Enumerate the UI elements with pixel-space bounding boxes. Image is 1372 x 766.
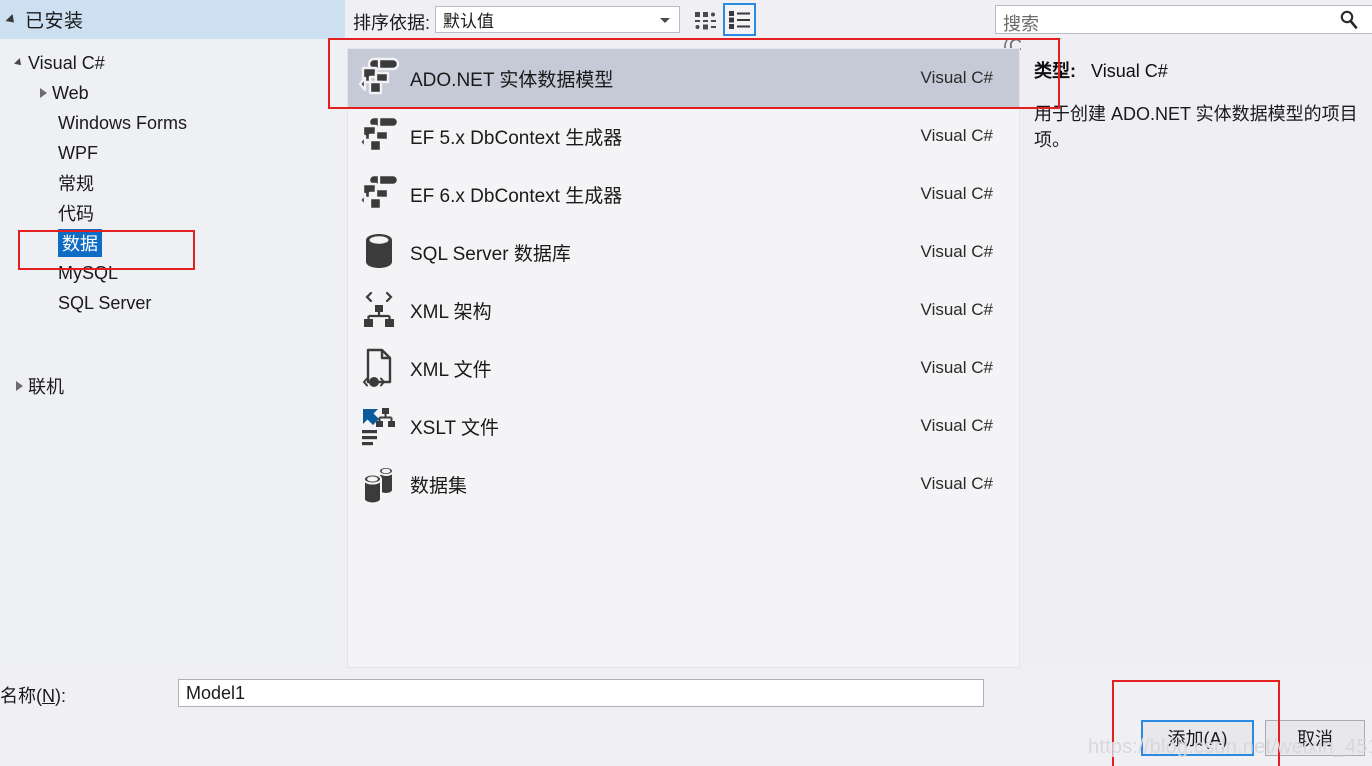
add-button[interactable]: 添加(A) [1141, 720, 1254, 756]
tree-item-code[interactable]: 代码 [0, 198, 345, 228]
template-name: XML 文件 [410, 359, 492, 381]
installed-header[interactable]: 已安装 [0, 0, 345, 39]
template-name: 数据集 [410, 475, 468, 497]
database-cylinder-icon [348, 230, 410, 274]
template-row-ef6-dbcontext[interactable]: EF 6.x DbContext 生成器 Visual C# [348, 165, 1019, 223]
template-language: Visual C# [920, 68, 993, 87]
template-row-dataset[interactable]: 数据集 Visual C# [348, 455, 1019, 513]
template-name: EF 5.x DbContext 生成器 [410, 127, 623, 149]
template-list[interactable]: ADO.NET 实体数据模型 Visual C# EF 5.x DbContex… [347, 48, 1020, 668]
template-language: Visual C# [920, 242, 993, 261]
template-row-ado-net-entity-model[interactable]: ADO.NET 实体数据模型 Visual C# [348, 49, 1019, 107]
category-tree: Visual C# Web Windows Forms WPF 常规 代码 数据 [0, 48, 345, 401]
tree-item-label: Windows Forms [58, 112, 188, 133]
tree-item-label: 代码 [58, 204, 94, 224]
cancel-button[interactable]: 取消 [1265, 720, 1365, 756]
add-button-label: 添加(A) [1167, 729, 1228, 749]
details-type-line: 类型: Visual C# [1034, 57, 1168, 83]
tree-item-windows-forms[interactable]: Windows Forms [0, 108, 345, 138]
template-language: Visual C# [920, 358, 993, 377]
add-new-item-dialog: 已安装 Visual C# Web Windows Forms WPF 常规 代 [0, 0, 1372, 766]
tree-item-label: 联机 [28, 377, 64, 397]
xslt-file-icon [348, 404, 410, 448]
name-label-suffix: ): [55, 686, 66, 706]
template-row-xslt-file[interactable]: XSLT 文件 Visual C# [348, 397, 1019, 455]
tree-item-visual-csharp[interactable]: Visual C# [0, 48, 345, 78]
template-name: ADO.NET 实体数据模型 [410, 69, 614, 91]
sort-by-dropdown[interactable]: 默认值 [435, 6, 680, 33]
sort-by-value: 默认值 [443, 12, 494, 31]
tree-item-web[interactable]: Web [0, 78, 345, 108]
ado-net-entity-model-icon [348, 114, 410, 158]
name-label-prefix: 名称( [0, 686, 42, 706]
tree-item-label: Visual C# [28, 52, 105, 73]
template-row-xml-schema[interactable]: XML 架构 Visual C# [348, 281, 1019, 339]
template-row-xml-file[interactable]: XML 文件 Visual C# [348, 339, 1019, 397]
template-language: Visual C# [920, 126, 993, 145]
xml-schema-icon [348, 288, 410, 332]
template-language: Visual C# [920, 184, 993, 203]
dataset-icon [348, 462, 410, 506]
tree-item-mysql[interactable]: MySQL [0, 258, 345, 288]
tree-item-label: Web [52, 82, 89, 103]
template-name: XML 架构 [410, 301, 492, 323]
tree-item-label: MySQL [58, 262, 119, 283]
tree-item-online[interactable]: 联机 [0, 371, 345, 401]
template-row-ef5-dbcontext[interactable]: EF 5.x DbContext 生成器 Visual C# [348, 107, 1019, 165]
xml-file-icon [348, 346, 410, 390]
tree-item-general[interactable]: 常规 [0, 168, 345, 198]
chevron-right-icon [34, 88, 52, 98]
name-label-accesskey: N [42, 686, 55, 706]
details-description: 用于创建 ADO.NET 实体数据模型的项目项。 [1034, 104, 1358, 150]
tree-item-label: SQL Server [58, 292, 152, 313]
expand-triangle-icon [10, 58, 28, 68]
tree-item-label: WPF [58, 142, 98, 163]
tree-item-label: 数据 [58, 229, 102, 257]
template-language: Visual C# [920, 300, 993, 319]
search-area: 搜索(Ctrl+E) [650, 0, 1372, 56]
ado-net-entity-model-icon [348, 56, 410, 100]
installed-tree-panel: 已安装 Visual C# Web Windows Forms WPF 常规 代 [0, 0, 345, 668]
details-type-value: Visual C# [1091, 61, 1168, 81]
cancel-button-label: 取消 [1297, 729, 1333, 749]
details-type-label: 类型: [1034, 61, 1076, 81]
tree-item-wpf[interactable]: WPF [0, 138, 345, 168]
template-row-sql-server-database[interactable]: SQL Server 数据库 Visual C# [348, 223, 1019, 281]
ado-net-entity-model-icon [348, 172, 410, 216]
template-name: XSLT 文件 [410, 417, 500, 439]
name-field-label: 名称(N): [0, 682, 66, 708]
tree-item-data[interactable]: 数据 [0, 228, 345, 258]
chevron-right-icon [10, 381, 28, 391]
sort-by-label: 排序依据: [353, 13, 431, 33]
name-input[interactable] [178, 679, 984, 707]
installed-header-label: 已安装 [25, 11, 84, 32]
expand-triangle-icon [5, 13, 18, 26]
name-input-value: Model1 [186, 683, 246, 703]
tree-item-sql-server[interactable]: SQL Server [0, 288, 345, 318]
search-icon[interactable] [1338, 9, 1360, 36]
template-language: Visual C# [920, 474, 993, 493]
template-name: SQL Server 数据库 [410, 243, 571, 265]
template-language: Visual C# [920, 416, 993, 435]
template-name: EF 6.x DbContext 生成器 [410, 185, 623, 207]
tree-item-label: 常规 [58, 174, 94, 194]
template-details-panel: 类型: Visual C# 用于创建 ADO.NET 实体数据模型的项目项。 [1021, 39, 1372, 668]
